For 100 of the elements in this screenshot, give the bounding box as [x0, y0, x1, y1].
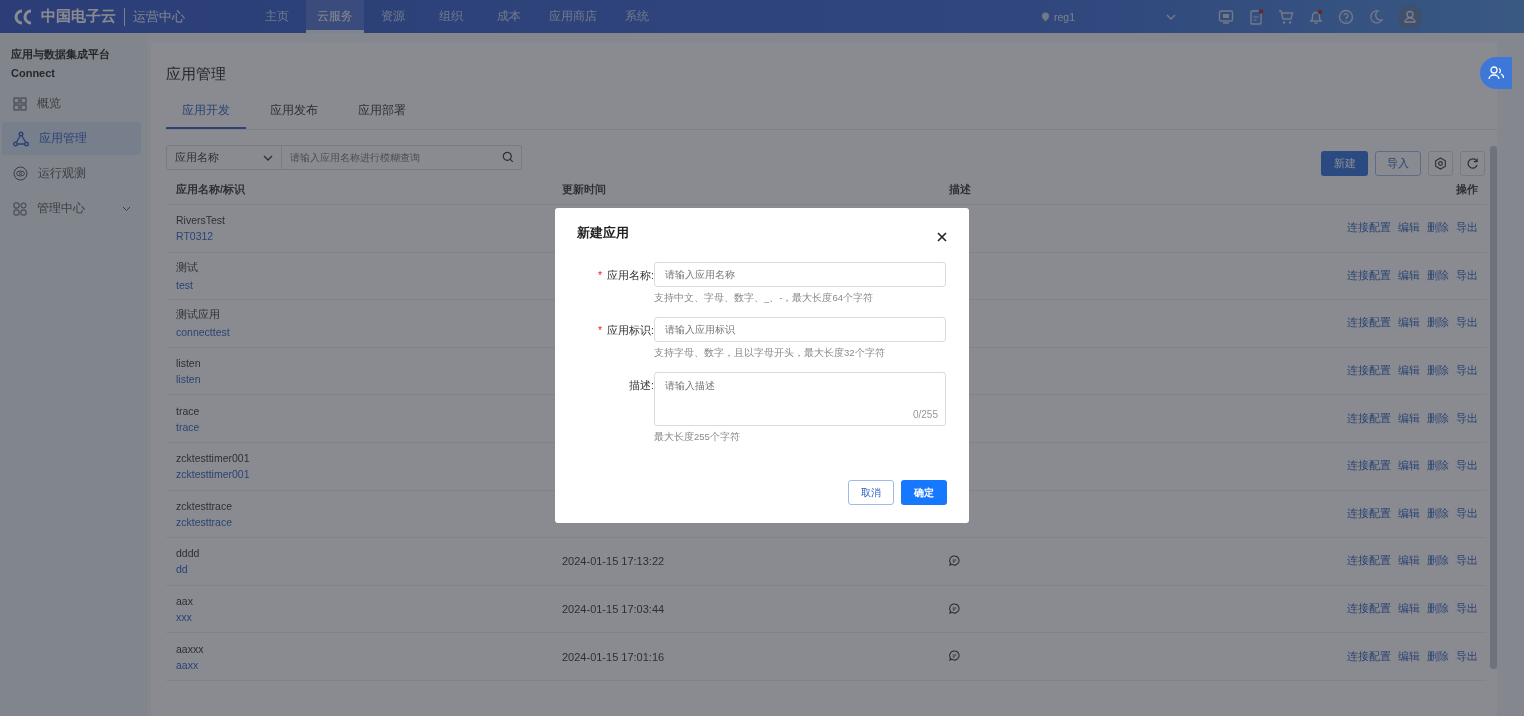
new-button[interactable]: 新建 [1321, 151, 1368, 176]
action-link[interactable]: 编辑 [1398, 268, 1420, 283]
document-icon[interactable] [1248, 8, 1264, 25]
comment-icon[interactable] [949, 602, 960, 614]
action-link[interactable]: 连接配置 [1347, 316, 1391, 331]
table-cell: 2024-01-15 17:13:22 [562, 555, 665, 568]
column-header: 更新时间 [562, 183, 607, 197]
close-icon[interactable] [937, 232, 947, 242]
app-name: aax [176, 595, 194, 608]
app-name: listen [176, 357, 202, 370]
action-link[interactable]: 删除 [1427, 316, 1449, 331]
action-link[interactable]: 删除 [1427, 411, 1449, 426]
app-name: RiversTest [176, 214, 226, 227]
action-link[interactable]: 删除 [1427, 506, 1449, 521]
tab[interactable]: 应用发布 [254, 102, 334, 129]
column-header: 操作 [1455, 183, 1479, 197]
contact-float-button[interactable] [1480, 57, 1512, 89]
nav-tab[interactable]: 成本 [480, 0, 538, 33]
settings-button[interactable] [1428, 151, 1453, 176]
action-link[interactable]: 导出 [1456, 221, 1478, 236]
action-link[interactable]: 导出 [1456, 506, 1478, 521]
app-id-link[interactable]: dd [176, 563, 562, 576]
action-link[interactable]: 连接配置 [1347, 459, 1391, 474]
console-name: 运营中心 [124, 7, 185, 26]
cancel-button[interactable]: 取消 [848, 480, 894, 505]
field-hint: 支持字母、数字，且以字母开头，最大长度32个字符 [654, 347, 886, 360]
nav-tab[interactable]: 系统 [608, 0, 666, 33]
page-title: 应用管理 [166, 65, 226, 84]
scrollbar[interactable] [1490, 146, 1497, 669]
action-link[interactable]: 连接配置 [1347, 554, 1391, 569]
sidebar-item[interactable]: 应用管理 [2, 122, 141, 155]
action-link[interactable]: 编辑 [1398, 506, 1420, 521]
monitor-icon[interactable] [1218, 8, 1234, 25]
action-link[interactable]: 导出 [1456, 554, 1478, 569]
action-link[interactable]: 编辑 [1398, 411, 1420, 426]
refresh-button[interactable] [1460, 151, 1485, 176]
action-link[interactable]: 删除 [1427, 268, 1449, 283]
nav-tab[interactable]: 应用商店 [538, 0, 608, 33]
action-link[interactable]: 编辑 [1398, 459, 1420, 474]
tab[interactable]: 应用开发 [166, 102, 246, 129]
nav-tab[interactable]: 组织 [422, 0, 480, 33]
tab[interactable]: 应用部署 [342, 102, 422, 129]
moon-icon[interactable] [1368, 8, 1384, 25]
app-id-link[interactable]: xxx [176, 611, 562, 624]
action-link[interactable]: 导出 [1456, 459, 1478, 474]
bell-icon[interactable] [1308, 8, 1324, 25]
refresh-icon [1466, 157, 1479, 170]
action-link[interactable]: 编辑 [1398, 364, 1420, 379]
comment-icon[interactable] [949, 650, 960, 662]
action-link[interactable]: 删除 [1427, 459, 1449, 474]
action-link[interactable]: 连接配置 [1347, 268, 1391, 283]
action-link[interactable]: 连接配置 [1347, 649, 1391, 664]
action-link[interactable]: 编辑 [1398, 221, 1420, 236]
input-field[interactable]: 请输入应用名称 [654, 262, 946, 287]
sidebar-item[interactable]: 概览 [2, 87, 141, 120]
action-link[interactable]: 编辑 [1398, 602, 1420, 617]
action-link[interactable]: 导出 [1456, 602, 1478, 617]
column-header: 应用名称/标识 [175, 183, 246, 197]
action-link[interactable]: 连接配置 [1347, 506, 1391, 521]
search-icon [502, 151, 514, 163]
action-link[interactable]: 删除 [1427, 649, 1449, 664]
sidebar-item[interactable]: 管理中心 [2, 192, 141, 225]
action-link[interactable]: 导出 [1456, 411, 1478, 426]
action-link[interactable]: 删除 [1427, 602, 1449, 617]
platform-subtitle: Connect [10, 67, 56, 79]
cart-icon[interactable] [1278, 8, 1294, 25]
chevron-down-icon [122, 205, 131, 212]
sidebar-item[interactable]: 运行观测 [2, 157, 141, 190]
nav-tab[interactable]: 主页 [248, 0, 306, 33]
action-link[interactable]: 删除 [1427, 364, 1449, 379]
action-link[interactable]: 编辑 [1398, 554, 1420, 569]
action-link[interactable]: 连接配置 [1347, 221, 1391, 236]
app-name: dddd [176, 547, 201, 560]
app-id-link[interactable]: aaxx [176, 658, 562, 671]
platform-title: 应用与数据集成平台 [10, 47, 111, 62]
filter-select[interactable]: 应用名称 [166, 145, 282, 170]
app-name: trace [176, 404, 201, 417]
avatar-icon[interactable] [1398, 4, 1422, 29]
input-field[interactable]: 请输入应用标识 [654, 317, 946, 342]
region-select[interactable]: reg1 [1041, 10, 1176, 23]
action-link[interactable]: 编辑 [1398, 649, 1420, 664]
action-link[interactable]: 导出 [1456, 649, 1478, 664]
confirm-button[interactable]: 确定 [901, 480, 947, 505]
action-link[interactable]: 导出 [1456, 364, 1478, 379]
comment-icon[interactable] [949, 554, 960, 566]
action-link[interactable]: 导出 [1456, 268, 1478, 283]
import-button[interactable]: 导入 [1375, 151, 1421, 176]
action-link[interactable]: 连接配置 [1347, 411, 1391, 426]
chevron-down-icon [1166, 13, 1176, 20]
action-link[interactable]: 连接配置 [1347, 364, 1391, 379]
action-link[interactable]: 删除 [1427, 554, 1449, 569]
action-link[interactable]: 编辑 [1398, 316, 1420, 331]
help-icon[interactable] [1338, 8, 1354, 25]
action-link[interactable]: 删除 [1427, 221, 1449, 236]
field-label: 应用名称: [607, 269, 654, 283]
app-name: 测试 [176, 260, 199, 275]
nav-tab[interactable]: 资源 [364, 0, 422, 33]
action-link[interactable]: 连接配置 [1347, 602, 1391, 617]
app-name: zcktesttimer001 [176, 452, 251, 465]
action-link[interactable]: 导出 [1456, 316, 1478, 331]
